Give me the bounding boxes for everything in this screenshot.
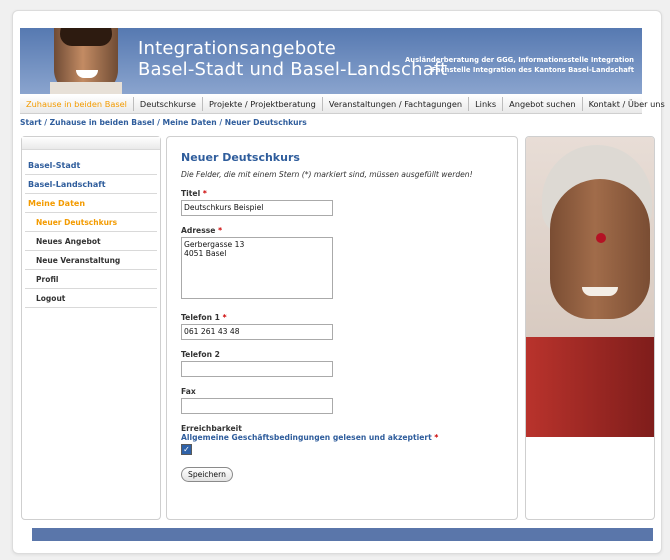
title-input[interactable]: Deutschkurs Beispiel [181,200,333,216]
nav-search[interactable]: Angebot suchen [503,97,583,111]
course-form: Neuer Deutschkurs Die Felder, die mit ei… [181,151,511,482]
sidebar-subitem-neuer-deutschkurs[interactable]: Neuer Deutschkurs [25,213,157,232]
site-title: Integrationsangebote Basel-Stadt und Bas… [138,38,448,80]
main-nav: Zuhause in beiden Basel Deutschkurse Pro… [20,95,665,114]
address-label: Adresse * [181,226,223,235]
nav-courses[interactable]: Deutschkurse [134,97,203,111]
sidebar-panel: Basel-Stadt Basel-Landschaft Meine Daten… [21,136,161,520]
breadcrumb[interactable]: Start / Zuhause in beiden Basel / Meine … [20,118,307,127]
side-image-panel [525,136,655,520]
form-description: Die Felder, die mit einem Stern (*) mark… [181,170,473,179]
sidebar-item-basel-landschaft[interactable]: Basel-Landschaft [25,175,157,194]
portrait-image [526,137,654,437]
sidebar-subitem-neue-veranstaltung[interactable]: Neue Veranstaltung [25,251,157,270]
sidebar-item-meine-daten[interactable]: Meine Daten [25,194,157,213]
terms-label: Allgemeine Geschäftsbedingungen gelesen … [181,433,439,442]
phone2-input[interactable] [181,361,333,377]
nav-contact[interactable]: Kontakt / Über uns [583,97,670,111]
sidebar-topbar [22,137,160,150]
fax-label: Fax [181,387,196,396]
nav-events[interactable]: Veranstaltungen / Fachtagungen [323,97,470,111]
main-panel: Neuer Deutschkurs Die Felder, die mit ei… [166,136,518,520]
phone1-input[interactable]: 061 261 43 48 [181,324,333,340]
form-title: Neuer Deutschkurs [181,151,300,164]
address-textarea[interactable]: Gerbergasse 13 4051 Basel [181,237,333,299]
nav-home[interactable]: Zuhause in beiden Basel [20,97,134,111]
sidebar-menu: Basel-Stadt Basel-Landschaft Meine Daten… [22,156,160,308]
terms-checkbox[interactable]: ✓ [181,444,192,455]
nav-links[interactable]: Links [469,97,504,111]
header-photo [50,28,122,94]
footer-bar [32,528,653,541]
sidebar-item-basel-stadt[interactable]: Basel-Stadt [25,156,157,175]
sidebar-subitem-neues-angebot[interactable]: Neues Angebot [25,232,157,251]
title-label: Titel * [181,189,207,198]
sidebar-subitem-logout[interactable]: Logout [25,289,157,308]
sidebar-subitem-profil[interactable]: Profil [25,270,157,289]
fax-input[interactable] [181,398,333,414]
phone1-label: Telefon 1 * [181,313,227,322]
save-button[interactable]: Speichern [181,467,233,482]
site-header: Integrationsangebote Basel-Stadt und Bas… [20,28,642,94]
nav-projects[interactable]: Projekte / Projektberatung [203,97,323,111]
phone2-label: Telefon 2 [181,350,220,359]
site-subtitle: Ausländerberatung der GGG, Informationss… [405,56,634,74]
availability-label: Erreichbarkeit [181,424,242,433]
